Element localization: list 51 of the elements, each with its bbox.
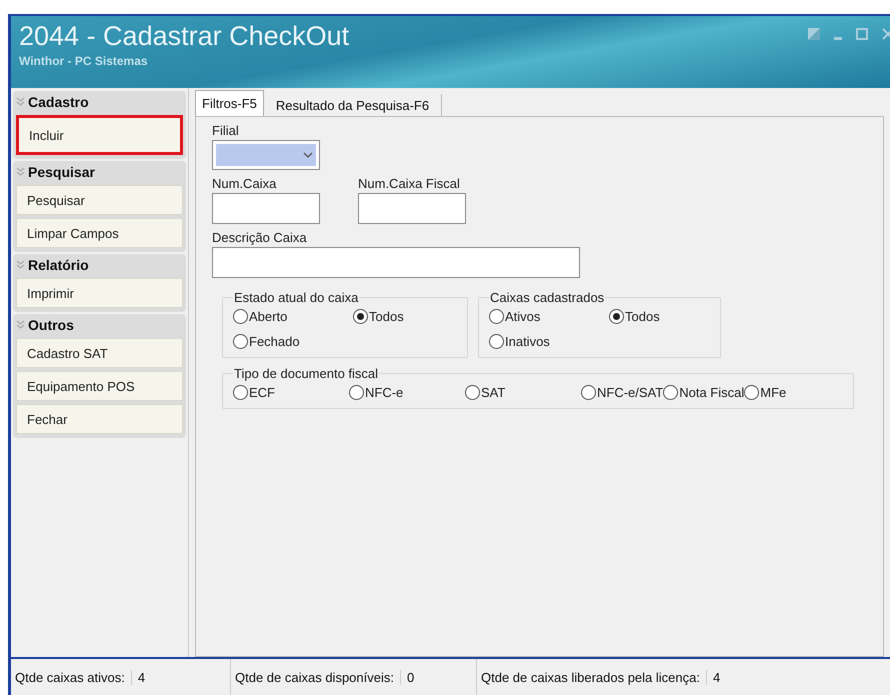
field-label: Num.Caixa bbox=[212, 176, 278, 191]
sidebar-item[interactable]: Incluir bbox=[16, 115, 183, 155]
radio-option[interactable]: NFC-e bbox=[349, 383, 465, 402]
radio-option[interactable]: Fechado bbox=[233, 332, 353, 351]
group-title: Estado atual do caixa bbox=[233, 290, 360, 305]
radio-option[interactable]: Inativos bbox=[489, 332, 609, 351]
input-field[interactable] bbox=[358, 193, 466, 224]
window-title: 2044 - Cadastrar CheckOut bbox=[19, 20, 350, 52]
status-value: 0 bbox=[400, 670, 414, 684]
chevron-icon[interactable] bbox=[16, 320, 25, 330]
tab[interactable]: Filtros-F5 bbox=[195, 90, 264, 116]
field-label: Filial bbox=[212, 123, 240, 138]
radio-option[interactable]: Ativos bbox=[489, 307, 609, 326]
restore-icon[interactable] bbox=[808, 28, 820, 40]
status-label: Qtde caixas ativos: bbox=[15, 670, 125, 684]
radio-option[interactable]: MFe bbox=[744, 383, 786, 402]
chevron-icon[interactable] bbox=[16, 260, 25, 270]
radio-option[interactable]: Todos bbox=[353, 307, 453, 326]
status-label: Qtde de caixas liberados pela licença: bbox=[481, 670, 700, 684]
chevron-icon[interactable] bbox=[16, 97, 25, 107]
chevron-down-icon bbox=[303, 152, 313, 158]
radio-option[interactable]: NFC-e/SAT bbox=[581, 383, 664, 402]
sidebar-item[interactable]: Fechar bbox=[16, 404, 183, 434]
sidebar-group-title: Outros bbox=[28, 317, 74, 333]
close-icon[interactable] bbox=[882, 28, 890, 40]
sidebar-group-title: Cadastro bbox=[28, 94, 89, 110]
input-field[interactable] bbox=[212, 247, 580, 278]
sidebar-group-title: Pesquisar bbox=[28, 164, 95, 180]
status-value: 4 bbox=[130, 670, 146, 684]
sidebar-item[interactable]: Cadastro SAT bbox=[16, 338, 183, 368]
group-title: Caixas cadastrados bbox=[489, 290, 606, 305]
sidebar-item[interactable]: Pesquisar bbox=[16, 185, 183, 215]
radio-option[interactable]: Aberto bbox=[233, 307, 353, 326]
status-label: Qtde de caixas disponíveis: bbox=[235, 670, 394, 684]
radio-option[interactable]: ECF bbox=[233, 383, 349, 402]
field-label: Descrição Caixa bbox=[212, 230, 308, 245]
input-field[interactable] bbox=[212, 193, 320, 224]
sidebar-group-title: Relatório bbox=[28, 257, 89, 273]
status-value: 4 bbox=[706, 670, 720, 684]
group-title: Tipo de documento fiscal bbox=[233, 366, 380, 381]
branch-dropdown[interactable] bbox=[212, 140, 320, 170]
radio-option[interactable]: SAT bbox=[465, 383, 581, 402]
field-label: Num.Caixa Fiscal bbox=[358, 176, 461, 191]
sidebar-item[interactable]: Equipamento POS bbox=[16, 371, 183, 401]
radio-option[interactable]: Nota Fiscal bbox=[663, 383, 744, 402]
window-subtitle: Winthor - PC Sistemas bbox=[19, 54, 149, 68]
chevron-icon[interactable] bbox=[16, 167, 25, 177]
radio-option[interactable]: Todos bbox=[609, 307, 709, 326]
sidebar-item[interactable]: Imprimir bbox=[16, 278, 183, 308]
sidebar-item[interactable]: Limpar Campos bbox=[16, 218, 183, 248]
maximize-icon[interactable] bbox=[856, 28, 868, 40]
